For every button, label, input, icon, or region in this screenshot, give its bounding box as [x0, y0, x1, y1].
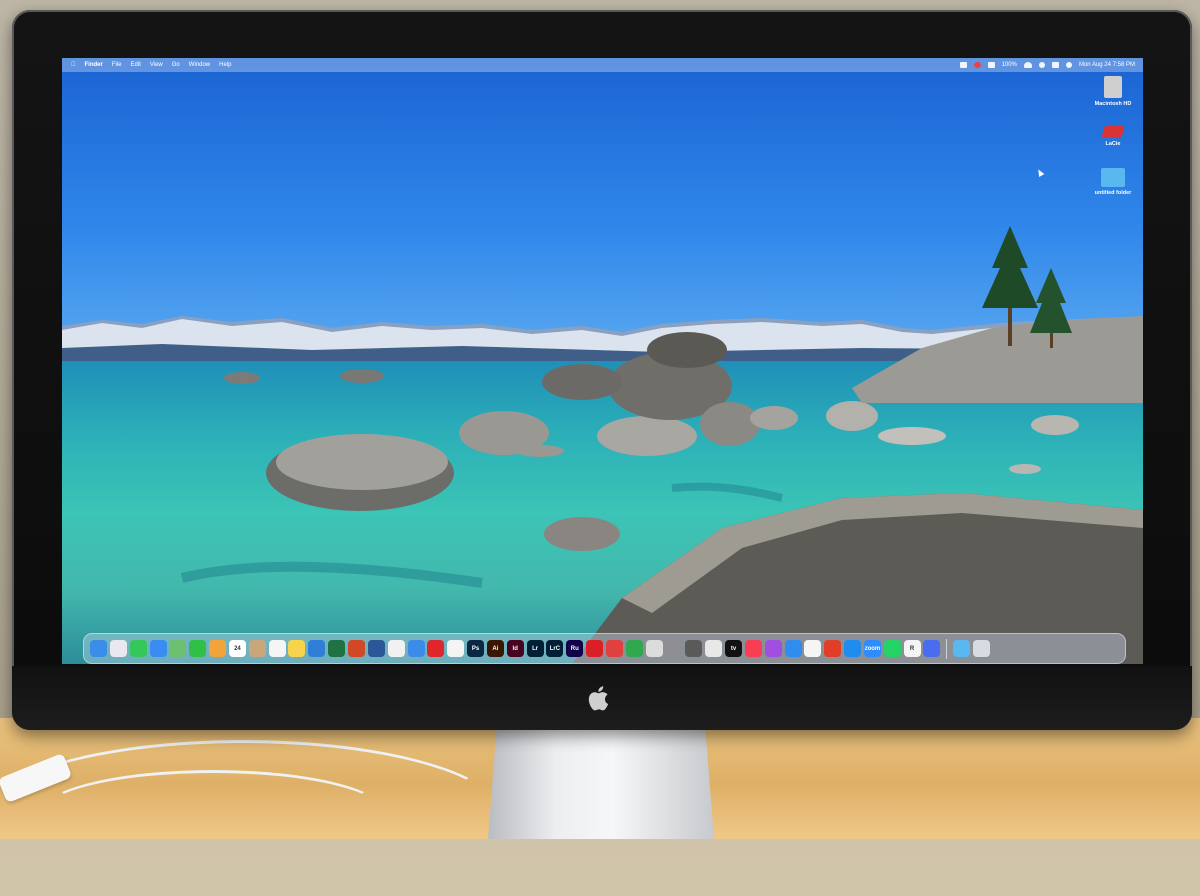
dock-separator — [946, 638, 948, 659]
desktop-icon-label: untitled folder — [1094, 190, 1132, 196]
desktop-icon-untitled-folder[interactable]: untitled folder — [1083, 168, 1143, 196]
screenshot-icon[interactable] — [705, 640, 723, 657]
messages-icon[interactable] — [129, 640, 147, 657]
excel-icon[interactable] — [328, 640, 346, 657]
news-icon[interactable] — [804, 640, 822, 657]
menu-window[interactable]: Window — [189, 62, 210, 68]
folder-icon — [1101, 168, 1125, 187]
dock: 24 Ps Ai Id Lr LrC Ru tv zoom R — [83, 633, 1126, 664]
word-icon[interactable] — [367, 640, 385, 657]
numbers-icon[interactable] — [625, 640, 643, 657]
apple-tv-icon[interactable]: tv — [725, 640, 742, 657]
powerpoint-icon[interactable] — [347, 640, 365, 657]
rush-icon[interactable]: Ru — [566, 640, 584, 657]
lightroom-icon[interactable]: Lr — [526, 640, 544, 657]
remote-desktop-icon[interactable] — [923, 640, 941, 657]
menu-edit[interactable]: Edit — [131, 62, 141, 68]
desktop-icon-label: LaCie — [1105, 141, 1121, 147]
calendar-icon[interactable]: 24 — [228, 640, 246, 657]
contacts-icon[interactable] — [248, 640, 266, 657]
system-settings-icon[interactable] — [665, 640, 683, 657]
menu-clock[interactable]: Mon Aug 24 7:58 PM — [1079, 62, 1135, 68]
calculator-icon[interactable] — [685, 640, 703, 657]
pencil-app-icon[interactable] — [824, 640, 842, 657]
creative-cloud-icon[interactable] — [586, 640, 604, 657]
launchpad-icon[interactable] — [109, 640, 127, 657]
trash-icon[interactable] — [972, 640, 990, 657]
menu-help[interactable]: Help — [219, 62, 231, 68]
hard-drive-icon — [1104, 76, 1122, 98]
acrobat-reader-icon[interactable] — [447, 640, 465, 657]
apple-menu-icon[interactable]:  — [71, 62, 76, 68]
menu-app-name[interactable]: Finder — [85, 62, 103, 68]
menu-bar:  Finder File Edit View Go Window Help 1… — [62, 58, 1143, 72]
facetime-icon[interactable] — [189, 640, 207, 657]
battery-percent: 100% — [1001, 62, 1017, 68]
external-drive-icon — [1101, 126, 1125, 138]
control-center-icon[interactable] — [1051, 62, 1059, 68]
spotlight-search-icon[interactable] — [1038, 62, 1045, 68]
photos-icon[interactable] — [209, 640, 227, 657]
app-store-icon[interactable] — [844, 640, 862, 657]
freeform-icon[interactable] — [308, 640, 326, 657]
screen-mirror-icon[interactable] — [959, 62, 967, 68]
quicken-icon[interactable] — [605, 640, 623, 657]
keynote-icon[interactable] — [784, 640, 802, 657]
desktop-icon-label: Macintosh HD — [1094, 101, 1132, 107]
r-app-icon[interactable]: R — [903, 640, 921, 657]
finder-icon[interactable] — [90, 640, 107, 657]
downloads-folder-icon[interactable] — [953, 640, 971, 657]
mail-icon[interactable] — [149, 640, 167, 657]
acrobat-icon[interactable] — [427, 640, 445, 657]
desktop-icon-lacie[interactable]: LaCie — [1083, 126, 1143, 147]
music-icon[interactable] — [744, 640, 762, 657]
notes-icon[interactable] — [288, 640, 306, 657]
status-area: 100% Mon Aug 24 7:58 PM — [959, 62, 1143, 68]
preview-icon[interactable] — [645, 640, 663, 657]
menu-file[interactable]: File — [112, 62, 122, 68]
apple-logo-icon — [588, 686, 609, 711]
zoom-icon[interactable]: zoom — [863, 640, 881, 657]
podcasts-icon[interactable] — [764, 640, 782, 657]
desktop-icon-macintosh-hd[interactable]: Macintosh HD — [1083, 76, 1143, 107]
safari-icon[interactable] — [407, 640, 425, 657]
whatsapp-icon[interactable] — [883, 640, 901, 657]
menu-go[interactable]: Go — [172, 62, 180, 68]
photoshop-icon[interactable]: Ps — [467, 640, 485, 657]
cable-2 — [40, 770, 386, 856]
indesign-icon[interactable]: Id — [506, 640, 524, 657]
reminders-icon[interactable] — [268, 640, 286, 657]
siri-icon[interactable] — [1065, 62, 1072, 68]
desktop-screen:  Finder File Edit View Go Window Help 1… — [62, 58, 1143, 664]
menu-view[interactable]: View — [150, 62, 163, 68]
chrome-icon[interactable] — [387, 640, 405, 657]
monitor-stand — [488, 722, 714, 839]
illustrator-icon[interactable]: Ai — [486, 640, 504, 657]
battery-icon[interactable] — [987, 62, 995, 68]
lightroom-classic-icon[interactable]: LrC — [546, 640, 564, 657]
wallpaper-rocks — [180, 226, 1143, 664]
wifi-icon[interactable] — [1023, 62, 1032, 68]
record-icon[interactable] — [973, 62, 981, 68]
maps-icon[interactable] — [169, 640, 187, 657]
